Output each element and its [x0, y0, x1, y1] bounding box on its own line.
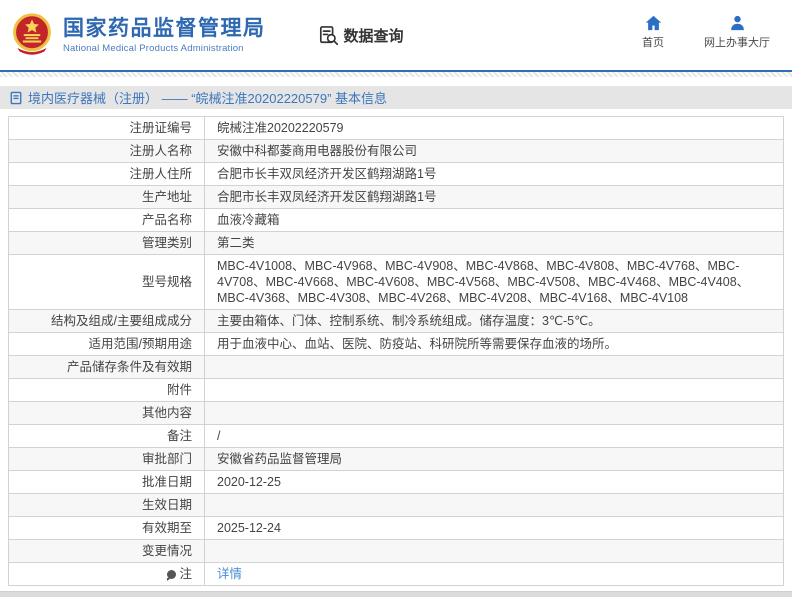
field-value: / — [204, 424, 784, 448]
detail-link[interactable]: 详情 — [217, 567, 242, 581]
field-label: 其他内容 — [8, 401, 205, 425]
nav-data-query-label: 数据查询 — [343, 27, 404, 45]
breadcrumb-text: 境内医疗器械（注册） —— “皖械注准20202220579” 基本信息 — [28, 91, 388, 106]
field-value — [204, 355, 784, 379]
field-value: 2020-12-25 — [204, 470, 784, 494]
table-row: 产品储存条件及有效期 — [8, 355, 784, 379]
field-label: 生效日期 — [8, 493, 205, 517]
field-label: 适用范围/预期用途 — [8, 332, 205, 356]
table-row: 结构及组成/主要组成成分 主要由箱体、门体、控制系统、制冷系统组成。储存温度：3℃… — [8, 309, 784, 333]
field-value: 合肥市长丰双凤经济开发区鹤翔湖路1号 — [204, 185, 784, 209]
table-row: 生效日期 — [8, 493, 784, 517]
nav-data-query[interactable]: 数据查询 — [318, 25, 404, 46]
document-icon — [10, 91, 22, 104]
field-label: 产品储存条件及有效期 — [8, 355, 205, 379]
field-label: 产品名称 — [8, 208, 205, 232]
table-row: 管理类别 第二类 — [8, 231, 784, 255]
user-icon — [730, 15, 744, 31]
table-row: 附件 — [8, 378, 784, 402]
field-value: 安徽省药品监督管理局 — [204, 447, 784, 471]
table-row: 批准日期 2020-12-25 — [8, 470, 784, 494]
nav-service-hall-label: 网上办事大厅 — [704, 37, 770, 49]
field-label: 注册人名称 — [8, 139, 205, 163]
field-label: 备注 — [8, 424, 205, 448]
site-title-block: 国家药品监督管理局 National Medical Products Admi… — [63, 17, 266, 54]
national-emblem-icon — [13, 13, 51, 55]
field-label: 有效期至 — [8, 516, 205, 540]
field-value — [204, 493, 784, 517]
nav-service-hall[interactable]: 网上办事大厅 — [704, 15, 770, 50]
table-row: 注详情 — [8, 562, 784, 586]
footer-strip — [0, 591, 792, 597]
field-label: 结构及组成/主要组成成分 — [8, 309, 205, 333]
field-label: 注册人住所 — [8, 162, 205, 186]
home-icon — [645, 15, 661, 31]
table-row: 生产地址 合肥市长丰双凤经济开发区鹤翔湖路1号 — [8, 185, 784, 209]
field-value: 2025-12-24 — [204, 516, 784, 540]
field-value: 安徽中科都菱商用电器股份有限公司 — [204, 139, 784, 163]
field-value: 合肥市长丰双凤经济开发区鹤翔湖路1号 — [204, 162, 784, 186]
field-value — [204, 378, 784, 402]
site-subtitle: National Medical Products Administration — [63, 42, 244, 54]
table-row: 审批部门 安徽省药品监督管理局 — [8, 447, 784, 471]
field-value: 主要由箱体、门体、控制系统、制冷系统组成。储存温度：3℃-5℃。 — [204, 309, 784, 333]
field-label: 注册证编号 — [8, 116, 205, 140]
registration-info-table-wrap: 注册证编号 皖械注准20202220579 注册人名称 安徽中科都菱商用电器股份有限公… — [8, 116, 784, 586]
nav-home[interactable]: 首页 — [642, 15, 664, 50]
breadcrumb: 境内医疗器械（注册） —— “皖械注准20202220579” 基本信息 — [0, 86, 792, 109]
field-value: 皖械注准20202220579 — [204, 116, 784, 140]
field-value: 用于血液中心、血站、医院、防疫站、科研院所等需要保存血液的场所。 — [204, 332, 784, 356]
field-value — [204, 401, 784, 425]
field-label: 审批部门 — [8, 447, 205, 471]
field-label: 注 — [8, 562, 205, 586]
table-row: 备注 / — [8, 424, 784, 448]
field-value: MBC-4V1008、MBC-4V968、MBC-4V908、MBC-4V868… — [204, 254, 784, 310]
table-row: 适用范围/预期用途 用于血液中心、血站、医院、防疫站、科研院所等需要保存血液的场所… — [8, 332, 784, 356]
table-row: 注册人住所 合肥市长丰双凤经济开发区鹤翔湖路1号 — [8, 162, 784, 186]
table-row: 型号规格 MBC-4V1008、MBC-4V968、MBC-4V908、MBC-4… — [8, 254, 784, 310]
table-row: 变更情况 — [8, 539, 784, 563]
field-value: 详情 — [204, 562, 784, 586]
field-label: 变更情况 — [8, 539, 205, 563]
site-logo[interactable]: 国家药品监督管理局 National Medical Products Admi… — [10, 11, 266, 59]
registration-info-table: 注册证编号 皖械注准20202220579 注册人名称 安徽中科都菱商用电器股份有限公… — [8, 116, 784, 586]
table-row: 产品名称 血液冷藏箱 — [8, 208, 784, 232]
field-label: 生产地址 — [8, 185, 205, 209]
field-label: 附件 — [8, 378, 205, 402]
data-query-icon — [319, 25, 338, 45]
note-icon — [167, 570, 177, 581]
site-title: 国家药品监督管理局 — [63, 16, 266, 40]
field-value — [204, 539, 784, 563]
table-row: 有效期至 2025-12-24 — [8, 516, 784, 540]
field-label: 管理类别 — [8, 231, 205, 255]
table-row: 注册人名称 安徽中科都菱商用电器股份有限公司 — [8, 139, 784, 163]
header-nav: 首页 网上办事大厅 — [642, 15, 770, 50]
hatch-strip — [0, 72, 792, 77]
field-value: 血液冷藏箱 — [204, 208, 784, 232]
table-row: 注册证编号 皖械注准20202220579 — [8, 116, 784, 140]
field-label: 批准日期 — [8, 470, 205, 494]
nav-home-label: 首页 — [642, 37, 664, 49]
field-label: 型号规格 — [8, 254, 205, 310]
site-header: 国家药品监督管理局 National Medical Products Admi… — [0, 0, 792, 70]
table-row: 其他内容 — [8, 401, 784, 425]
field-value: 第二类 — [204, 231, 784, 255]
